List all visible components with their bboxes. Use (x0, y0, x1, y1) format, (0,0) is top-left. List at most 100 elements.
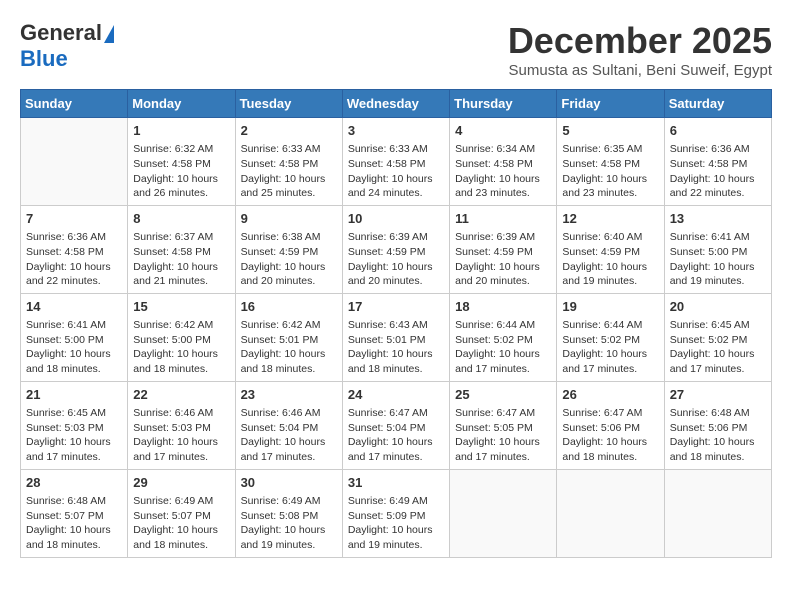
month-title: December 2025 (508, 20, 772, 62)
day-number: 19 (562, 298, 658, 316)
day-number: 29 (133, 474, 229, 492)
calendar-cell: 13 Sunrise: 6:41 AMSunset: 5:00 PMDayligh… (664, 205, 771, 293)
day-number: 22 (133, 386, 229, 404)
calendar-cell: 10 Sunrise: 6:39 AMSunset: 4:59 PMDayligh… (342, 205, 449, 293)
day-info: Sunrise: 6:39 AMSunset: 4:59 PMDaylight:… (455, 230, 551, 289)
title-block: December 2025 Sumusta as Sultani, Beni S… (508, 20, 772, 79)
day-info: Sunrise: 6:35 AMSunset: 4:58 PMDaylight:… (562, 142, 658, 201)
weekday-header-thursday: Thursday (450, 90, 557, 118)
day-info: Sunrise: 6:43 AMSunset: 5:01 PMDaylight:… (348, 318, 444, 377)
calendar-cell: 2 Sunrise: 6:33 AMSunset: 4:58 PMDaylight… (235, 118, 342, 206)
day-number: 17 (348, 298, 444, 316)
calendar-cell: 22Sunrise: 6:46 AMSunset: 5:03 PMDayligh… (128, 381, 235, 469)
day-number: 4 (455, 122, 551, 140)
day-info: Sunrise: 6:42 AMSunset: 5:00 PMDaylight:… (133, 318, 229, 377)
calendar-cell: 7Sunrise: 6:36 AMSunset: 4:58 PMDaylight… (21, 205, 128, 293)
day-number: 2 (241, 122, 337, 140)
day-info: Sunrise: 6:46 AMSunset: 5:04 PMDaylight:… (241, 406, 337, 465)
logo: General Blue (20, 20, 114, 72)
day-number: 15 (133, 298, 229, 316)
day-info: Sunrise: 6:40 AMSunset: 4:59 PMDaylight:… (562, 230, 658, 289)
calendar-cell: 23 Sunrise: 6:46 AMSunset: 5:04 PMDayligh… (235, 381, 342, 469)
calendar-cell: 24 Sunrise: 6:47 AMSunset: 5:04 PMDayligh… (342, 381, 449, 469)
day-number: 28 (26, 474, 122, 492)
day-info: Sunrise: 6:39 AMSunset: 4:59 PMDaylight:… (348, 230, 444, 289)
day-info: Sunrise: 6:36 AMSunset: 4:58 PMDaylight:… (26, 230, 122, 289)
calendar-cell: 21Sunrise: 6:45 AMSunset: 5:03 PMDayligh… (21, 381, 128, 469)
day-info: Sunrise: 6:45 AMSunset: 5:03 PMDaylight:… (26, 406, 122, 465)
calendar-cell: 5Sunrise: 6:35 AMSunset: 4:58 PMDaylight… (557, 118, 664, 206)
day-number: 27 (670, 386, 766, 404)
calendar-cell: 26 Sunrise: 6:47 AMSunset: 5:06 PMDayligh… (557, 381, 664, 469)
calendar-cell: 20Sunrise: 6:45 AMSunset: 5:02 PMDayligh… (664, 293, 771, 381)
day-number: 9 (241, 210, 337, 228)
day-number: 8 (133, 210, 229, 228)
calendar-table: SundayMondayTuesdayWednesdayThursdayFrid… (20, 89, 772, 558)
day-info: Sunrise: 6:44 AMSunset: 5:02 PMDaylight:… (455, 318, 551, 377)
day-info: Sunrise: 6:36 AMSunset: 4:58 PMDaylight:… (670, 142, 766, 201)
calendar-cell: 9 Sunrise: 6:38 AMSunset: 4:59 PMDaylight… (235, 205, 342, 293)
day-info: Sunrise: 6:48 AMSunset: 5:07 PMDaylight:… (26, 494, 122, 553)
logo-icon (104, 25, 114, 43)
weekday-header-wednesday: Wednesday (342, 90, 449, 118)
calendar-week-row: 14Sunrise: 6:41 AMSunset: 5:00 PMDayligh… (21, 293, 772, 381)
day-number: 24 (348, 386, 444, 404)
day-number: 6 (670, 122, 766, 140)
calendar-cell: 29Sunrise: 6:49 AMSunset: 5:07 PMDayligh… (128, 469, 235, 557)
weekday-header-friday: Friday (557, 90, 664, 118)
calendar-week-row: 21Sunrise: 6:45 AMSunset: 5:03 PMDayligh… (21, 381, 772, 469)
day-number: 11 (455, 210, 551, 228)
weekday-header-tuesday: Tuesday (235, 90, 342, 118)
calendar-cell: 16 Sunrise: 6:42 AMSunset: 5:01 PMDayligh… (235, 293, 342, 381)
weekday-header-sunday: Sunday (21, 90, 128, 118)
page-header: General Blue December 2025 Sumusta as Su… (20, 20, 772, 79)
location-subtitle: Sumusta as Sultani, Beni Suweif, Egypt (508, 62, 772, 79)
day-number: 23 (241, 386, 337, 404)
day-info: Sunrise: 6:42 AMSunset: 5:01 PMDaylight:… (241, 318, 337, 377)
calendar-cell: 8 Sunrise: 6:37 AMSunset: 4:58 PMDaylight… (128, 205, 235, 293)
day-number: 13 (670, 210, 766, 228)
calendar-cell: 30 Sunrise: 6:49 AMSunset: 5:08 PMDayligh… (235, 469, 342, 557)
calendar-week-row: 1Sunrise: 6:32 AMSunset: 4:58 PMDaylight… (21, 118, 772, 206)
day-info: Sunrise: 6:33 AMSunset: 4:58 PMDaylight:… (348, 142, 444, 201)
day-info: Sunrise: 6:33 AMSunset: 4:58 PMDaylight:… (241, 142, 337, 201)
calendar-cell (557, 469, 664, 557)
day-number: 31 (348, 474, 444, 492)
calendar-cell: 1Sunrise: 6:32 AMSunset: 4:58 PMDaylight… (128, 118, 235, 206)
calendar-cell: 11 Sunrise: 6:39 AMSunset: 4:59 PMDayligh… (450, 205, 557, 293)
day-info: Sunrise: 6:34 AMSunset: 4:58 PMDaylight:… (455, 142, 551, 201)
weekday-header-monday: Monday (128, 90, 235, 118)
calendar-cell (450, 469, 557, 557)
calendar-cell: 25Sunrise: 6:47 AMSunset: 5:05 PMDayligh… (450, 381, 557, 469)
calendar-cell: 18 Sunrise: 6:44 AMSunset: 5:02 PMDayligh… (450, 293, 557, 381)
day-info: Sunrise: 6:49 AMSunset: 5:09 PMDaylight:… (348, 494, 444, 553)
calendar-cell: 19Sunrise: 6:44 AMSunset: 5:02 PMDayligh… (557, 293, 664, 381)
day-info: Sunrise: 6:47 AMSunset: 5:06 PMDaylight:… (562, 406, 658, 465)
day-info: Sunrise: 6:49 AMSunset: 5:08 PMDaylight:… (241, 494, 337, 553)
day-info: Sunrise: 6:32 AMSunset: 4:58 PMDaylight:… (133, 142, 229, 201)
day-number: 25 (455, 386, 551, 404)
day-number: 26 (562, 386, 658, 404)
calendar-cell: 6 Sunrise: 6:36 AMSunset: 4:58 PMDaylight… (664, 118, 771, 206)
day-number: 16 (241, 298, 337, 316)
day-info: Sunrise: 6:47 AMSunset: 5:04 PMDaylight:… (348, 406, 444, 465)
calendar-week-row: 28 Sunrise: 6:48 AMSunset: 5:07 PMDayligh… (21, 469, 772, 557)
calendar-cell: 12 Sunrise: 6:40 AMSunset: 4:59 PMDayligh… (557, 205, 664, 293)
calendar-cell: 28 Sunrise: 6:48 AMSunset: 5:07 PMDayligh… (21, 469, 128, 557)
logo-blue-text: Blue (20, 46, 68, 72)
calendar-cell: 27Sunrise: 6:48 AMSunset: 5:06 PMDayligh… (664, 381, 771, 469)
calendar-week-row: 7Sunrise: 6:36 AMSunset: 4:58 PMDaylight… (21, 205, 772, 293)
day-number: 3 (348, 122, 444, 140)
day-info: Sunrise: 6:41 AMSunset: 5:00 PMDaylight:… (670, 230, 766, 289)
day-number: 12 (562, 210, 658, 228)
weekday-header-saturday: Saturday (664, 90, 771, 118)
day-number: 30 (241, 474, 337, 492)
day-info: Sunrise: 6:41 AMSunset: 5:00 PMDaylight:… (26, 318, 122, 377)
day-number: 18 (455, 298, 551, 316)
calendar-cell: 31 Sunrise: 6:49 AMSunset: 5:09 PMDayligh… (342, 469, 449, 557)
logo-general-text: General (20, 20, 102, 46)
day-info: Sunrise: 6:37 AMSunset: 4:58 PMDaylight:… (133, 230, 229, 289)
day-info: Sunrise: 6:38 AMSunset: 4:59 PMDaylight:… (241, 230, 337, 289)
day-info: Sunrise: 6:45 AMSunset: 5:02 PMDaylight:… (670, 318, 766, 377)
day-number: 10 (348, 210, 444, 228)
